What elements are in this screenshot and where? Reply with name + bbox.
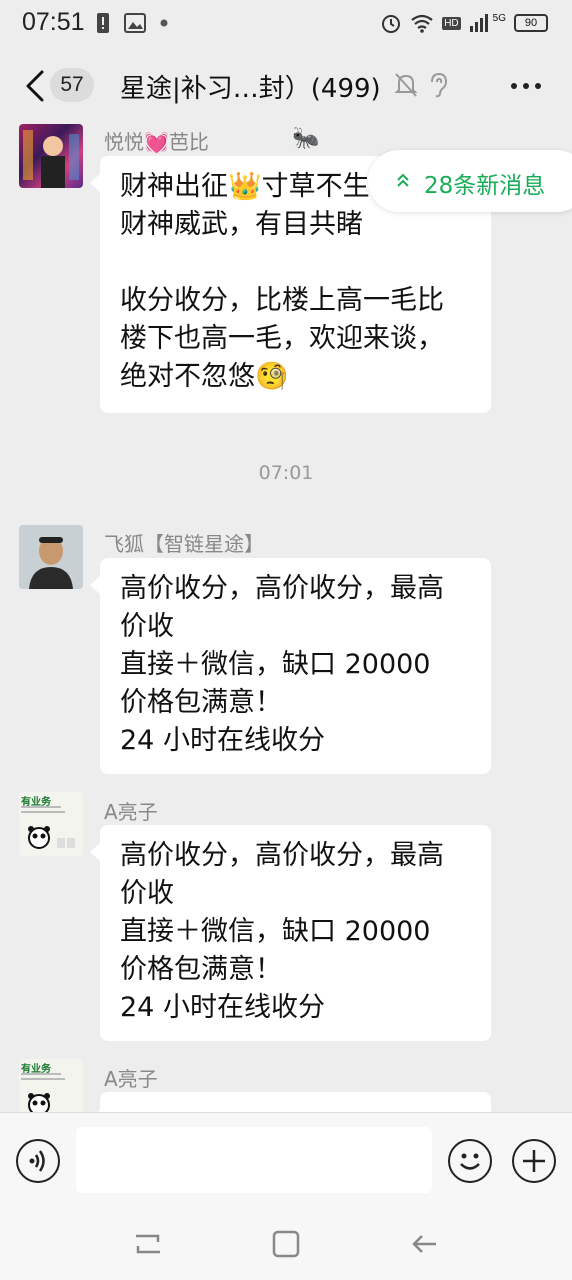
message-line: 24 小时在线收分 bbox=[120, 992, 325, 1023]
message-bubble[interactable]: 高价收分，高价收分，最高 价收 直接＋微信，缺口 20000 价格包满意！ 24… bbox=[90, 825, 491, 1041]
message-bubble[interactable]: 高价收分，高价收分，最高 价收 直接＋微信，缺口 20000 价格包满意！ 24… bbox=[90, 558, 491, 774]
input-bar bbox=[0, 1112, 572, 1208]
message-input[interactable] bbox=[76, 1127, 432, 1193]
emoji-button[interactable] bbox=[448, 1139, 492, 1183]
avatar[interactable] bbox=[19, 124, 83, 188]
new-messages-label: 28条新消息 bbox=[424, 173, 546, 199]
message-line: 价收 bbox=[120, 611, 174, 642]
avatar[interactable]: 有业务 bbox=[19, 1059, 83, 1112]
chat-header: 57 星途|补习…封）(499) bbox=[0, 48, 572, 124]
avatar-text: 有业务 bbox=[21, 1064, 51, 1075]
message-line: 收分收分，比楼上高一毛比 bbox=[120, 285, 444, 316]
message-line: 楼下也高一毛，欢迎来谈， bbox=[120, 323, 444, 354]
new-messages-button[interactable]: 28条新消息 bbox=[368, 150, 572, 212]
avatar[interactable] bbox=[19, 525, 83, 589]
message-line: 高价收分，高价收分，最高 bbox=[120, 573, 444, 604]
status-time: 07:51 bbox=[22, 8, 85, 36]
alert-icon bbox=[97, 13, 109, 33]
avatar-photo bbox=[23, 130, 79, 188]
message-line: 价格包满意！ bbox=[120, 687, 282, 718]
sender-name: 悦悦💓芭比 bbox=[104, 130, 209, 154]
sender-name: A亮子 bbox=[104, 1067, 158, 1091]
back-icon[interactable] bbox=[20, 66, 50, 106]
avatar[interactable]: 有业务 bbox=[19, 792, 83, 856]
double-chevron-up-icon bbox=[397, 173, 409, 187]
battery-level: 90 bbox=[524, 17, 538, 29]
message-bubble[interactable] bbox=[90, 1092, 491, 1112]
home-icon[interactable] bbox=[270, 1228, 302, 1260]
network-label: 5G bbox=[492, 12, 506, 24]
recent-apps-icon[interactable] bbox=[132, 1228, 164, 1260]
wifi-icon bbox=[411, 14, 433, 33]
message-line bbox=[120, 244, 471, 282]
avatar-photo bbox=[19, 525, 83, 589]
message-list[interactable]: 悦悦💓芭比 🐜 财神出征👑寸草不生 财神威武，有目共睹 收分收分，比楼上高一毛比… bbox=[0, 124, 572, 1112]
more-menu-icon[interactable] bbox=[508, 72, 544, 100]
dot-icon bbox=[160, 19, 168, 27]
sender-name: A亮子 bbox=[104, 800, 158, 824]
message-timestamp: 07:01 bbox=[258, 462, 314, 484]
chat-title: 星途|补习…封）(499) bbox=[120, 74, 381, 104]
more-functions-button[interactable] bbox=[512, 1139, 556, 1183]
mute-bell-icon bbox=[394, 73, 418, 97]
battery-icon: 90 bbox=[514, 14, 548, 32]
voice-input-button[interactable] bbox=[16, 1139, 60, 1183]
message-line: 24 小时在线收分 bbox=[120, 725, 325, 756]
ear-icon bbox=[431, 72, 448, 98]
voice-icon bbox=[29, 1150, 45, 1172]
system-nav-bar bbox=[0, 1208, 572, 1280]
image-icon bbox=[124, 13, 146, 33]
signal-icon bbox=[469, 14, 488, 32]
unread-count-badge[interactable]: 57 bbox=[50, 68, 94, 102]
message-line: 价格包满意！ bbox=[120, 954, 282, 985]
status-bar: 07:51 HD 5G 90 bbox=[0, 0, 572, 48]
smiley-icon bbox=[460, 1153, 480, 1170]
plus-icon bbox=[523, 1150, 545, 1172]
ant-icon: 🐜 bbox=[292, 126, 320, 151]
alarm-icon bbox=[382, 15, 401, 33]
avatar-text: 有业务 bbox=[21, 797, 51, 808]
nav-back-icon[interactable] bbox=[408, 1228, 440, 1260]
message-line: 高价收分，高价收分，最高 bbox=[120, 840, 444, 871]
hd-badge: HD bbox=[442, 16, 461, 30]
message-line: 价收 bbox=[120, 878, 174, 909]
sender-name: 飞狐【智链星途】 bbox=[104, 532, 264, 556]
message-line: 直接＋微信，缺口 20000 bbox=[120, 649, 431, 680]
message-line: 直接＋微信，缺口 20000 bbox=[120, 916, 431, 947]
message-line: 绝对不忽悠🧐 bbox=[120, 361, 289, 392]
